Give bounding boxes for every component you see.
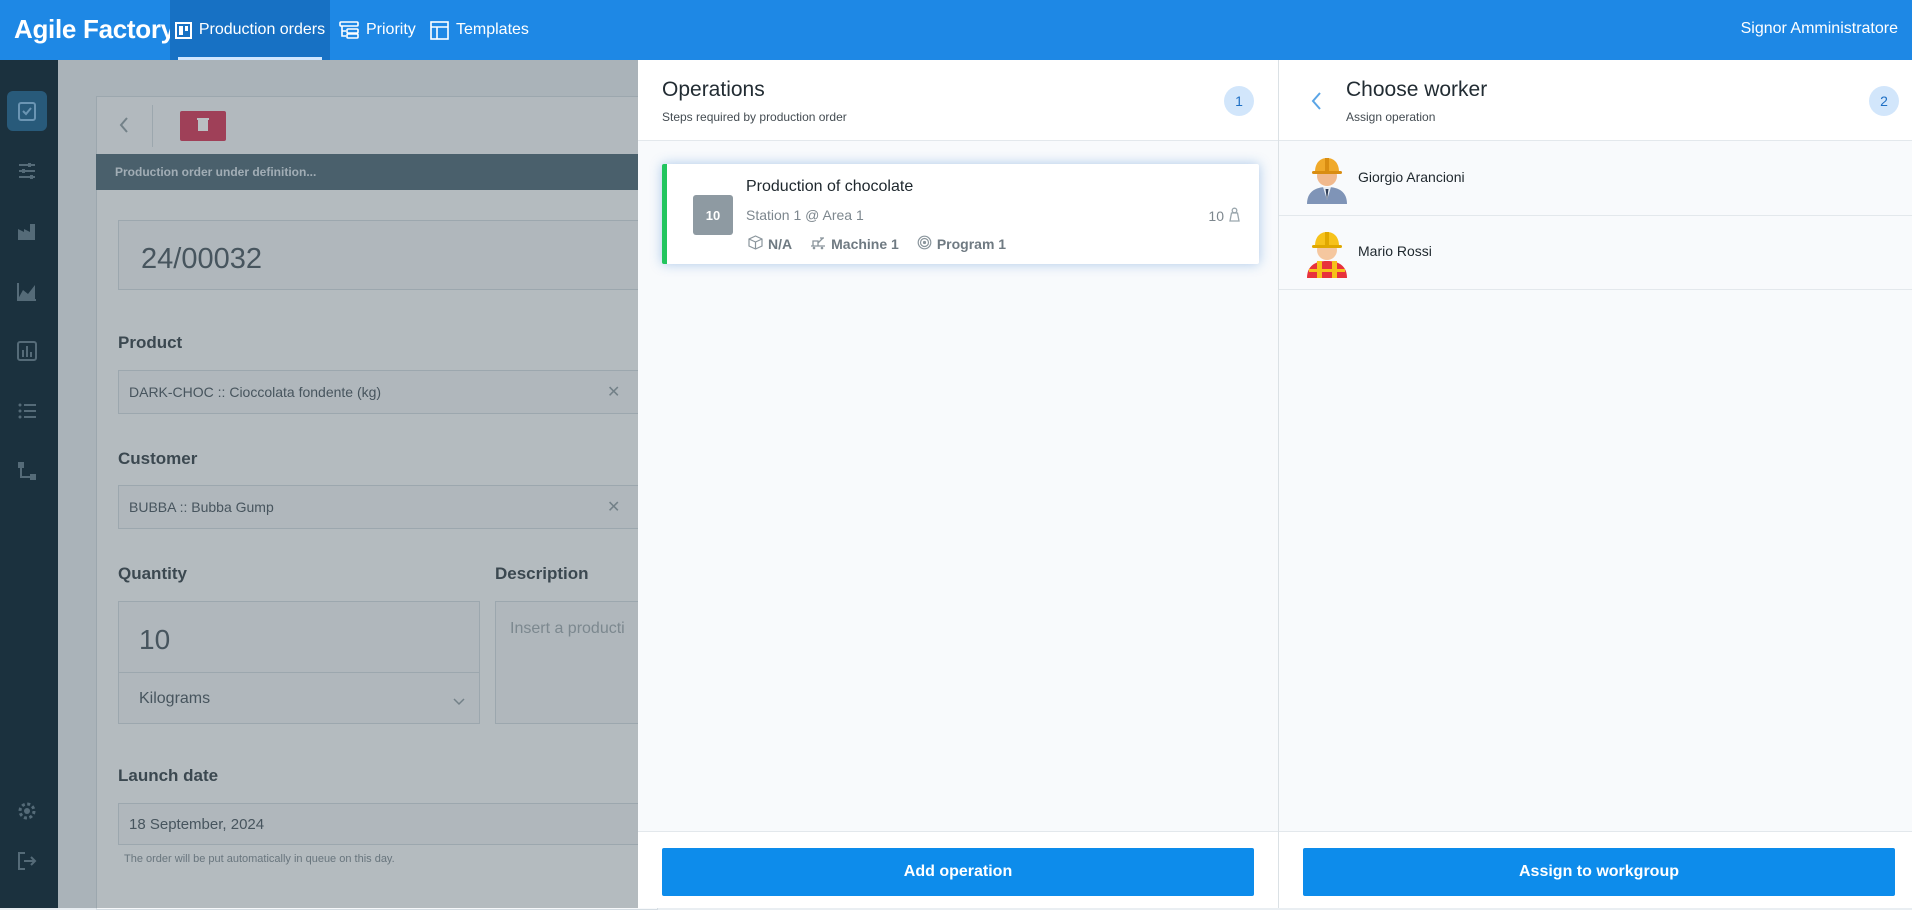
step-badge: 2 [1869, 86, 1899, 116]
operation-tag-label: Program 1 [936, 236, 1007, 252]
nav-label: Templates [456, 21, 529, 38]
worker-row[interactable]: Giorgio Arancioni [1279, 141, 1912, 216]
modal-backdrop[interactable] [0, 60, 638, 908]
operation-tag-label: Machine 1 [831, 236, 899, 252]
nav-templates[interactable]: Templates [430, 0, 529, 60]
operation-number: 10 [693, 195, 733, 235]
list-tree-icon [339, 21, 359, 39]
nav-production-orders[interactable]: Production orders [170, 0, 330, 60]
operations-panel-header: Operations Steps required by production … [638, 60, 1278, 141]
operation-quantity-value: 10 [1208, 208, 1224, 224]
operations-subtitle: Steps required by production order [662, 110, 847, 124]
worker-panel-header: Choose worker Assign operation 2 [1279, 60, 1912, 141]
template-icon [430, 20, 449, 40]
operation-title: Production of chocolate [746, 178, 914, 195]
program-icon [917, 235, 932, 253]
operation-tag: N/A [748, 235, 792, 253]
worker-row[interactable]: Mario Rossi [1279, 215, 1912, 290]
worker-name: Mario Rossi [1358, 243, 1432, 259]
back-chevron-icon[interactable] [1309, 90, 1323, 117]
worker-subtitle: Assign operation [1346, 110, 1436, 124]
operation-card[interactable]: 10 Production of chocolate Station 1 @ A… [662, 164, 1259, 264]
step-badge: 1 [1224, 86, 1254, 116]
user-menu[interactable]: Signor Amministratore [1741, 20, 1898, 38]
worker-panel-footer: Assign to workgroup [1279, 831, 1912, 908]
operations-panel: Operations Steps required by production … [638, 60, 1278, 908]
worker-panel: Choose worker Assign operation 2 Giorgio… [1278, 60, 1912, 908]
operation-tags: N/A Machine 1 Program 1 [748, 235, 1006, 253]
nav-label: Priority [366, 21, 416, 38]
top-bar: Agile Factory Production orders Priority… [0, 0, 1912, 60]
add-operation-button[interactable]: Add operation [662, 848, 1254, 896]
machine-icon [810, 235, 826, 253]
operation-tag-label: N/A [768, 236, 793, 252]
operations-panel-footer: Add operation [638, 831, 1278, 908]
board-icon [174, 21, 192, 39]
operations-title: Operations [662, 78, 765, 101]
brand-logo[interactable]: Agile Factory [14, 14, 175, 45]
assign-to-workgroup-button[interactable]: Assign to workgroup [1303, 848, 1895, 896]
operation-quantity: 10 [1208, 207, 1241, 225]
operation-tag: Program 1 [917, 235, 1006, 253]
worker-name: Giorgio Arancioni [1358, 169, 1465, 185]
worker-title: Choose worker [1346, 78, 1488, 101]
nav-priority[interactable]: Priority [339, 0, 416, 60]
worker-avatar-icon [1303, 228, 1351, 278]
nav-label: Production orders [198, 21, 326, 38]
operation-station: Station 1 @ Area 1 [746, 207, 864, 223]
weight-icon [1228, 207, 1241, 225]
box-icon [748, 235, 763, 253]
worker-avatar-icon [1303, 154, 1351, 204]
operation-tag: Machine 1 [810, 235, 899, 253]
